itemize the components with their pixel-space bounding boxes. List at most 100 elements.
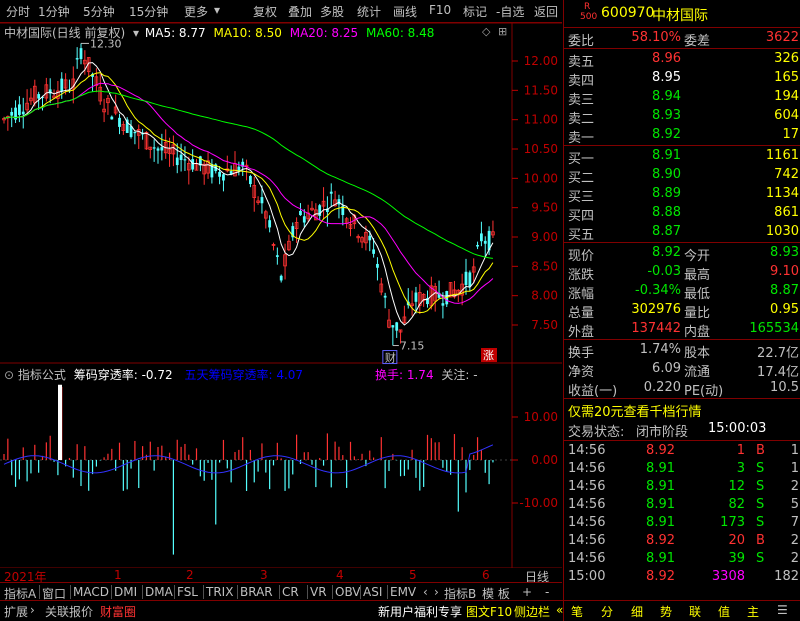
tab-fenshi[interactable]: 分时 xyxy=(6,3,30,20)
icon-bi[interactable]: 笔 xyxy=(571,603,583,620)
stat-label: 股本 xyxy=(684,346,711,361)
biaoji-button[interactable]: 标记 xyxy=(463,3,487,20)
tick-side: S xyxy=(756,551,765,566)
candle-body xyxy=(222,174,225,181)
ask-label: 卖二 xyxy=(568,112,595,127)
tab-5min[interactable]: 5分钟 xyxy=(83,3,115,20)
price-axis-label: 10.50 xyxy=(524,142,558,156)
ask-label: 卖五 xyxy=(568,55,595,70)
collapse-icon[interactable]: ⊞ xyxy=(498,25,507,38)
icon-shi[interactable]: 势 xyxy=(660,603,672,620)
tongji-button[interactable]: 统计 xyxy=(357,3,381,20)
bid-label: 买四 xyxy=(568,209,595,224)
icon-zhu[interactable]: 主 xyxy=(747,603,759,620)
r-number: 500 xyxy=(580,12,598,22)
stat-label: 总量 xyxy=(568,306,595,321)
indicator-tab[interactable]: OBV xyxy=(335,585,361,599)
stat-label: PE(动) xyxy=(684,384,724,399)
diamond-icon[interactable]: ◇ xyxy=(482,25,490,38)
divider xyxy=(564,145,800,146)
indicator-tab[interactable]: EMV xyxy=(390,585,416,599)
date-month-5: 5 xyxy=(409,568,417,582)
tab-sidebar[interactable]: 侧边栏 xyxy=(514,603,550,620)
indicator-tab[interactable]: MACD xyxy=(73,585,109,599)
promo-row[interactable]: 仅需20元查看千档行情 xyxy=(564,400,800,420)
indicator-label[interactable]: 指标公式 xyxy=(18,368,66,382)
status-label: 交易状态: xyxy=(568,425,625,440)
stat-value: 9.10 xyxy=(770,264,799,279)
tab-separator xyxy=(174,585,175,599)
icon-fen[interactable]: 分 xyxy=(601,603,613,620)
kline-chart-area[interactable]: 12.00 11.50 11.00 10.50 10.00 9.50 9.00 8.50 8.0… xyxy=(0,23,562,568)
stat-label: 流通 xyxy=(684,365,711,380)
indicator-tab[interactable]: TRIX xyxy=(206,585,233,599)
candle-body xyxy=(483,240,487,244)
tab-separator xyxy=(360,585,361,599)
indicator-tab[interactable]: BRAR xyxy=(240,585,273,599)
tab-guanlian[interactable]: 关联报价 xyxy=(45,603,93,620)
divider xyxy=(563,601,564,621)
stat-row: 总量 302976 量比 0.95 xyxy=(564,301,800,321)
icon-lian[interactable]: 联 xyxy=(689,603,701,620)
tab-1min[interactable]: 1分钟 xyxy=(38,3,70,20)
icon-xi[interactable]: 细 xyxy=(631,603,643,620)
f10-button[interactable]: F10 xyxy=(429,3,451,17)
promo-text[interactable]: 仅需20元查看千档行情 xyxy=(568,401,702,420)
divider xyxy=(564,242,800,243)
more-chevron-icon[interactable]: ▾ xyxy=(214,3,220,17)
tab-caifuquan[interactable]: 财富圈 xyxy=(100,603,136,620)
huaxian-button[interactable]: 画线 xyxy=(393,3,417,20)
menu-icon[interactable]: ☰ xyxy=(777,603,788,617)
tab-more[interactable]: 更多 xyxy=(184,3,208,20)
kuozhan-arrow-icon[interactable]: › xyxy=(30,603,35,617)
indicator-tab[interactable]: FSL xyxy=(177,585,198,599)
candle-body xyxy=(75,58,79,60)
promo-newuser[interactable]: 新用户福利专享 xyxy=(378,603,462,620)
zixuan-button[interactable]: -自选 xyxy=(496,3,524,20)
indicator-tab[interactable]: ASI xyxy=(363,585,382,599)
stat-value: -0.34% xyxy=(635,283,681,298)
candle-body xyxy=(329,191,333,194)
stat-value: 17.4亿 xyxy=(757,365,799,380)
indicator-tab[interactable]: DMA xyxy=(145,585,173,599)
diejia-button[interactable]: 叠加 xyxy=(288,3,312,20)
tick-time: 14:56 xyxy=(568,497,606,512)
stat-label: 内盘 xyxy=(684,325,711,340)
candle-body xyxy=(191,159,195,170)
tick-time: 14:56 xyxy=(568,461,606,476)
tab-separator xyxy=(39,585,40,599)
icon-zhi[interactable]: 值 xyxy=(718,603,730,620)
tab-separator xyxy=(70,585,71,599)
tab-scroll-right-icon[interactable]: › xyxy=(434,585,439,599)
tab-15min[interactable]: 15分钟 xyxy=(129,3,168,20)
stat-label: 现价 xyxy=(568,249,595,264)
indicator-settings-icon[interactable]: ⊙ xyxy=(4,368,14,382)
date-axis: 2021年 1 2 3 4 5 6 日线 xyxy=(0,568,562,584)
candle-body xyxy=(152,147,156,149)
candle-body xyxy=(160,147,164,151)
date-month-2: 2 xyxy=(186,568,194,582)
indicator-tab[interactable]: DMI xyxy=(114,585,137,599)
candle-body xyxy=(37,94,41,99)
bid-volume: 1161 xyxy=(765,148,799,163)
duogu-button[interactable]: 多股 xyxy=(320,3,344,20)
ask-volume: 326 xyxy=(774,51,799,66)
back-button[interactable]: 返回 xyxy=(534,3,558,20)
indicator-right-tab[interactable]: + xyxy=(522,585,532,599)
candle-body xyxy=(414,292,418,302)
fuquan-button[interactable]: 复权 xyxy=(253,3,277,20)
tab-tuwen-f10[interactable]: 图文F10 xyxy=(466,603,512,620)
tab-separator xyxy=(142,585,143,599)
tick-time: 14:56 xyxy=(568,443,606,458)
cai-badge: 财 xyxy=(385,351,396,365)
indicator-tab[interactable]: CR xyxy=(282,585,299,599)
indicator-right-tab[interactable]: - xyxy=(545,585,549,599)
tab-scroll-left-icon[interactable]: ‹ xyxy=(423,585,428,599)
tick-count: 2 xyxy=(790,551,799,566)
chart-title: 中材国际(日线 前复权) xyxy=(4,26,126,40)
dropdown-icon[interactable]: ▾ xyxy=(133,26,139,40)
candle-body xyxy=(10,111,14,116)
indicator-tab[interactable]: VR xyxy=(310,585,327,599)
tab-kuozhan[interactable]: 扩展 xyxy=(4,603,28,620)
stat-label: 涨幅 xyxy=(568,287,595,302)
